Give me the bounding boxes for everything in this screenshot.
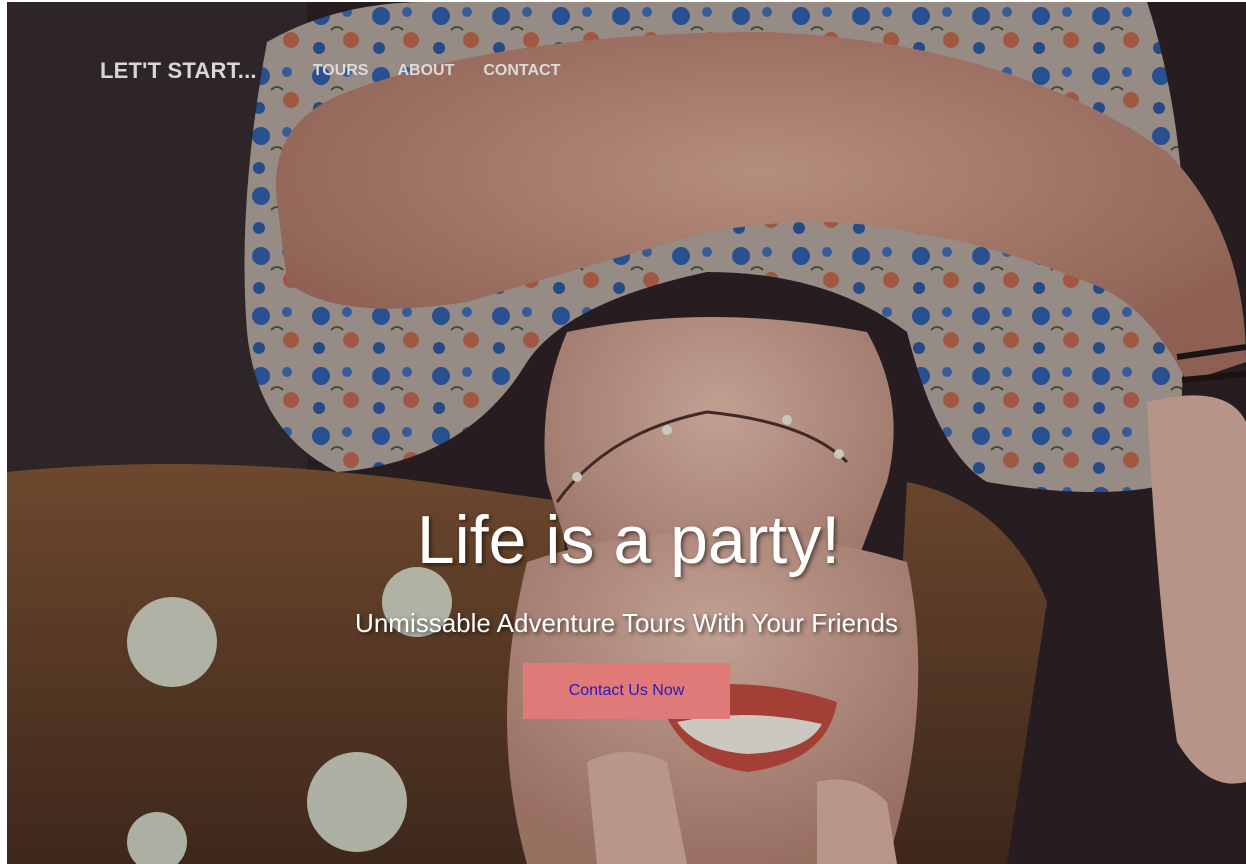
main-nav: LET'T START... TOURS ABOUT CONTACT <box>100 56 589 86</box>
nav-item-tours: TOURS <box>313 62 369 80</box>
hero-content: Life is a party! Unmissable Adventure To… <box>7 500 1246 719</box>
nav-item-contact: CONTACT <box>483 62 560 80</box>
nav-link-tours[interactable]: TOURS <box>313 62 369 79</box>
hero-overlay <box>7 2 1246 864</box>
hero-title: Life is a party! <box>416 502 841 578</box>
hero-subtitle: Unmissable Adventure Tours With Your Fri… <box>355 608 898 638</box>
contact-us-button[interactable]: Contact Us Now <box>523 663 730 719</box>
nav-links: TOURS ABOUT CONTACT <box>313 62 590 80</box>
brand-logo[interactable]: LET'T START... <box>100 58 257 84</box>
page: LET'T START... TOURS ABOUT CONTACT Life … <box>0 0 1246 864</box>
nav-link-contact[interactable]: CONTACT <box>483 62 560 79</box>
hero-section <box>7 2 1246 864</box>
nav-item-about: ABOUT <box>397 62 454 80</box>
nav-link-about[interactable]: ABOUT <box>397 62 454 79</box>
